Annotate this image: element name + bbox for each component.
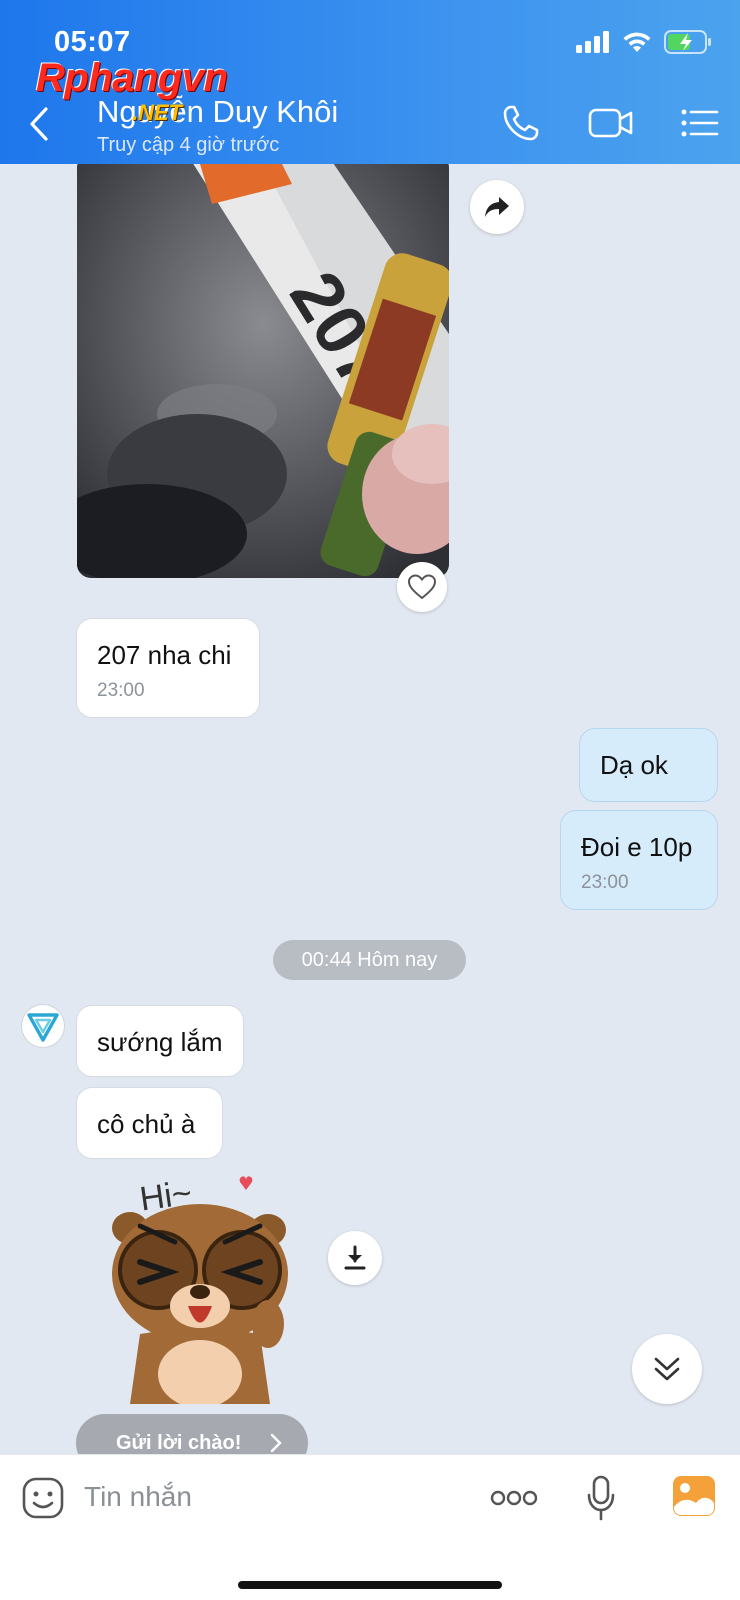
greet-button-label: Gửi lời chào! [116,1431,242,1454]
back-icon[interactable] [24,106,54,142]
contact-status: Truy cập 4 giờ trước [97,134,280,156]
message-bubble-outgoing[interactable]: Đoi e 10p 23:00 [560,810,718,910]
message-bubble-incoming[interactable]: sướng lắm [76,1005,244,1077]
like-button[interactable] [397,562,447,612]
sticker-emoji-icon[interactable] [22,1477,64,1519]
download-icon [344,1245,366,1270]
message-input-bar: Tin nhắn [0,1454,740,1600]
photo-gallery-icon[interactable] [672,1475,716,1517]
phone-icon[interactable] [502,104,540,142]
message-text: 207 nha chi [97,640,232,670]
forward-arrow-icon [485,197,509,217]
home-indicator [238,1581,502,1589]
message-text: cô chủ à [97,1109,196,1139]
wifi-icon [623,32,651,52]
date-separator: 00:44 Hôm nay [273,940,466,980]
watermark-logo: Rphangvn [36,56,228,100]
message-bubble-incoming[interactable]: cô chủ à [76,1087,223,1159]
chat-area[interactable]: 207 207 nha chi 23:00 Dạ ok Đoi e 10p 23… [0,164,740,1454]
status-icons [576,30,712,54]
chat-header: 05:07 Rphangvn .NET Nguyễn Duy Khôi Truy… [0,0,740,164]
chevron-right-icon [271,1433,283,1453]
message-text: sướng lắm [97,1027,223,1057]
share-button[interactable] [470,180,524,234]
message-text: Đoi e 10p [581,832,693,862]
signal-icon [576,31,609,53]
download-button[interactable] [328,1231,382,1285]
avatar-logo-icon [27,1013,59,1042]
heart-icon [408,574,436,600]
message-bubble-outgoing[interactable]: Dạ ok [579,728,718,802]
message-time: 23:00 [581,872,629,893]
contact-avatar[interactable] [22,1005,64,1047]
menu-list-icon[interactable] [680,104,720,142]
photo-content: 207 [77,164,449,578]
double-chevron-down-icon [654,1357,680,1381]
battery-charging-icon [664,30,711,54]
microphone-icon[interactable] [586,1475,616,1521]
message-input[interactable]: Tin nhắn [84,1481,192,1513]
video-call-icon[interactable] [588,104,634,142]
message-time: 23:00 [97,680,145,701]
send-greeting-button[interactable]: Gửi lời chào! [76,1414,308,1454]
message-text: Dạ ok [600,750,668,780]
scroll-to-bottom-button[interactable] [632,1334,702,1404]
more-options-icon[interactable] [490,1489,538,1507]
status-time: 05:07 [54,26,131,58]
photo-message[interactable]: 207 [77,164,449,578]
sticker-message[interactable]: Hi~ [100,1164,300,1408]
watermark-suffix: .NET [132,100,183,125]
bear-sticker: Hi~ [112,1174,288,1408]
message-bubble-incoming[interactable]: 207 nha chi 23:00 [76,618,260,718]
